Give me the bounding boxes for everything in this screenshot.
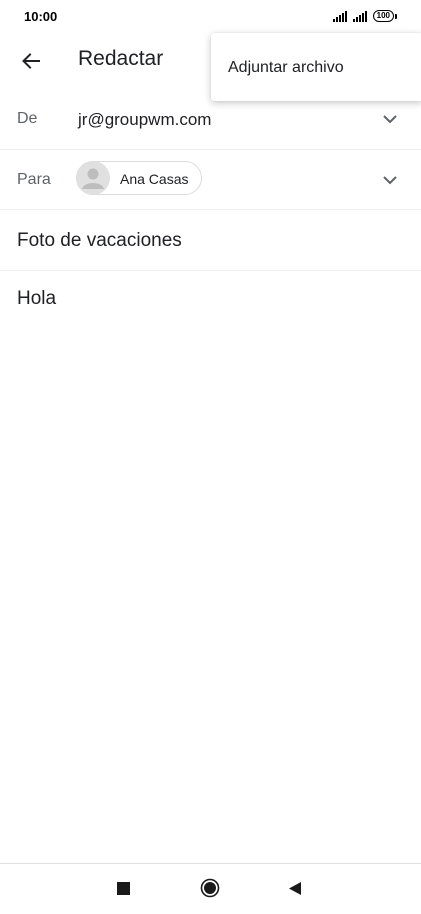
body-field[interactable]: Hola [17, 288, 56, 310]
signal-icon [352, 10, 367, 22]
recipient-name: Ana Casas [120, 171, 189, 187]
triangle-back-icon[interactable] [288, 881, 302, 896]
person-icon [76, 161, 110, 195]
menu-item-attach-file[interactable]: Adjuntar archivo [228, 59, 344, 77]
battery-level: 100 [372, 10, 394, 22]
overflow-menu: Adjuntar archivo [211, 33, 421, 101]
navigation-bar [0, 863, 421, 914]
subject-field[interactable]: Foto de vacaciones [17, 230, 182, 252]
subject-row: Foto de vacaciones [0, 210, 421, 271]
status-bar: 10:00 100 [0, 0, 421, 34]
to-label: Para [17, 171, 51, 188]
square-icon[interactable] [117, 882, 130, 895]
arrow-back-icon [22, 53, 40, 69]
chevron-down-icon[interactable] [379, 169, 401, 191]
circle-icon[interactable] [200, 878, 220, 898]
recipient-chip[interactable]: Ana Casas [76, 161, 202, 195]
status-time: 10:00 [24, 9, 58, 24]
chevron-down-icon[interactable] [379, 108, 401, 130]
from-account[interactable]: jr@groupwm.com [78, 110, 211, 130]
page-title: Redactar [78, 47, 164, 70]
status-icons: 100 [332, 10, 397, 22]
from-label: De [17, 110, 38, 127]
back-button[interactable] [14, 44, 48, 78]
to-row: Para Ana Casas [0, 149, 421, 210]
battery-icon: 100 [372, 10, 397, 22]
signal-icon [332, 10, 347, 22]
